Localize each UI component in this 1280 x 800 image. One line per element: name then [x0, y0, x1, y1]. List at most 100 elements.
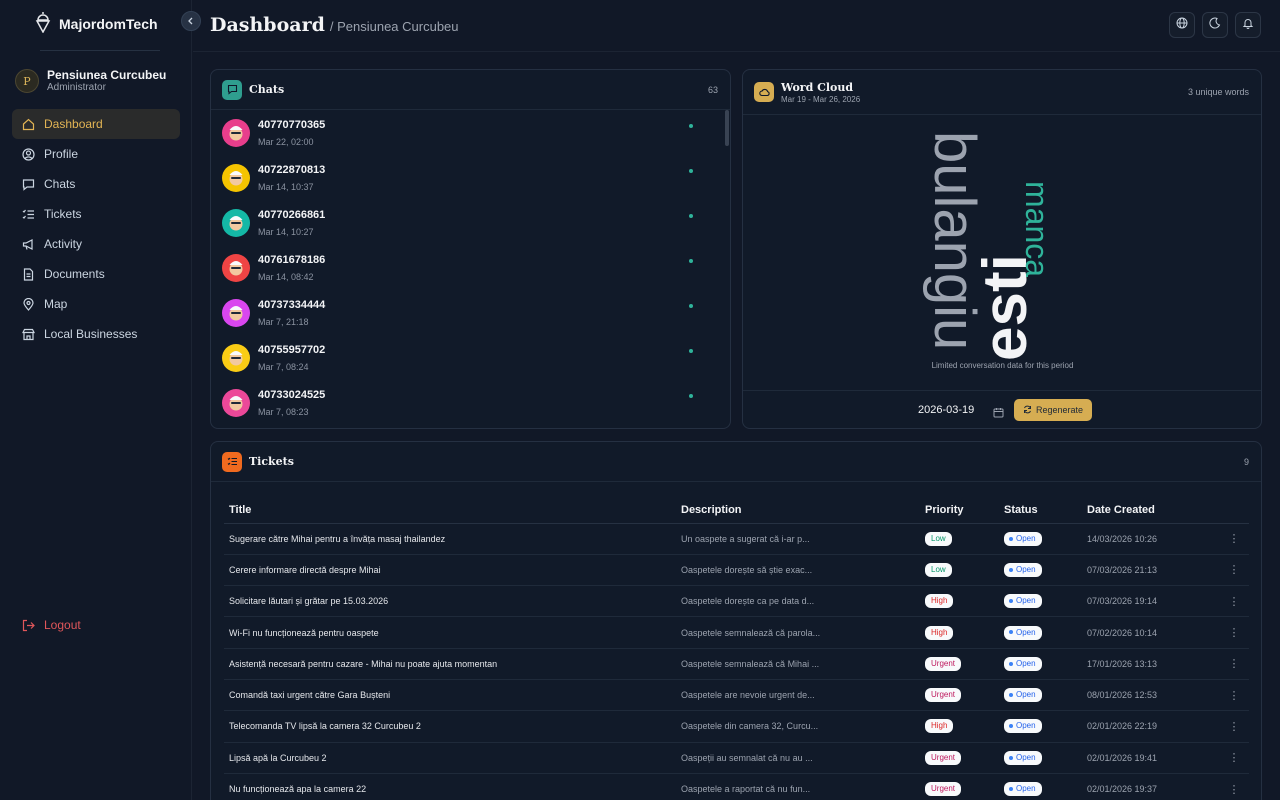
- chat-list-item[interactable]: 40737334444 Mar 7, 21:18: [211, 290, 730, 335]
- chat-bubble-icon: [222, 79, 242, 100]
- sidebar-item-local-businesses[interactable]: Local Businesses: [12, 319, 180, 349]
- avatar: [222, 298, 250, 327]
- chat-list-item[interactable]: 40761678186 Mar 14, 08:42: [211, 245, 730, 290]
- ticket-priority-cell: Urgent: [920, 679, 999, 712]
- ticket-date: 07/02/2026 10:14: [1082, 616, 1214, 649]
- cloud-icon: [754, 82, 774, 102]
- notifications-button[interactable]: [1235, 12, 1261, 38]
- avatar: [222, 208, 250, 237]
- sidebar-item-tickets[interactable]: Tickets: [12, 199, 180, 229]
- row-actions-button[interactable]: ⋮: [1214, 648, 1249, 680]
- ticket-priority-cell: Urgent: [920, 648, 999, 680]
- page-title-subtitle: / Pensiunea Curcubeu: [329, 19, 459, 34]
- priority-badge: High: [925, 625, 954, 640]
- sidebar-item-profile[interactable]: Profile: [12, 139, 180, 169]
- sidebar-item-label: Activity: [44, 237, 83, 251]
- brand[interactable]: MajordomTech: [35, 11, 158, 38]
- language-button[interactable]: [1169, 12, 1195, 38]
- chat-phone-number: 40733024525: [258, 388, 326, 401]
- ticket-description: Oaspeții au semnalat că nu au ...: [676, 742, 920, 774]
- online-status-dot: [689, 349, 693, 353]
- column-header-priority[interactable]: Priority: [920, 498, 999, 524]
- chat-list[interactable]: 40770770365 Mar 22, 02:00 40722870813 Mar 1…: [211, 110, 730, 428]
- logout-button[interactable]: Logout: [22, 618, 81, 632]
- chat-timestamp: Mar 14, 10:37: [258, 181, 314, 192]
- avatar: [222, 253, 250, 282]
- ticket-date: 07/03/2026 19:14: [1082, 585, 1214, 618]
- sidebar-item-documents[interactable]: Documents: [12, 259, 180, 289]
- theme-toggle-button[interactable]: [1202, 12, 1228, 38]
- topbar: Dashboard / Pensiunea Curcubeu: [193, 0, 1280, 52]
- avatar: [222, 118, 250, 147]
- column-header-description[interactable]: Description: [676, 498, 920, 524]
- avatar: [222, 388, 250, 417]
- chats-count: 63: [707, 84, 718, 95]
- sidebar-item-label: Local Businesses: [44, 327, 138, 341]
- ticket-title: Comandă taxi urgent către Gara Bușteni: [224, 679, 676, 712]
- table-row[interactable]: Sugerare către Mihai pentru a învăța mas…: [224, 523, 1249, 555]
- chat-list-item[interactable]: 40733024525 Mar 7, 08:23: [211, 380, 730, 425]
- chat-phone-number: 40770266861: [258, 208, 326, 221]
- majordom-logo-icon: [35, 11, 51, 38]
- ticket-status-cell: Open: [999, 742, 1082, 774]
- chat-phone-number: 40755957702: [258, 343, 326, 356]
- row-actions-button[interactable]: ⋮: [1214, 523, 1249, 555]
- priority-badge: Urgent: [925, 750, 962, 765]
- chat-list-item[interactable]: 40770266861 Mar 14, 10:27: [211, 200, 730, 245]
- priority-badge: Low: [925, 562, 952, 577]
- row-actions-button[interactable]: ⋮: [1214, 554, 1249, 587]
- ticket-priority-cell: High: [920, 585, 999, 618]
- column-header-status[interactable]: Status: [999, 498, 1082, 524]
- ticket-date: 02/01/2026 22:19: [1082, 710, 1214, 743]
- chat-timestamp: Mar 7, 08:23: [258, 406, 309, 417]
- chat-timestamp: Mar 14, 10:27: [258, 226, 314, 237]
- table-row[interactable]: Cerere informare directă despre Mihai Oas…: [224, 554, 1249, 587]
- ticket-date: 14/03/2026 10:26: [1082, 523, 1214, 555]
- user-circle-icon: [22, 147, 35, 161]
- word-cloud-word-manca: manca: [1019, 181, 1055, 278]
- ticket-date: 02/01/2026 19:37: [1082, 773, 1214, 800]
- row-actions-button[interactable]: ⋮: [1214, 585, 1249, 618]
- column-header-title[interactable]: Title: [224, 498, 676, 524]
- table-row[interactable]: Nu funcționează apa la camera 22 Oaspetel…: [224, 773, 1249, 800]
- ticket-description: Un oaspete a sugerat că i-ar p...: [676, 523, 920, 555]
- table-row[interactable]: Telecomanda TV lipsă la camera 32 Curcub…: [224, 710, 1249, 743]
- sidebar-item-label: Profile: [44, 147, 79, 161]
- more-vertical-icon: ⋮: [1228, 564, 1240, 577]
- tickets-count: 9: [1243, 456, 1249, 467]
- more-vertical-icon: ⋮: [1228, 595, 1240, 608]
- home-icon: [22, 118, 35, 131]
- table-row[interactable]: Wi-Fi nu funcționează pentru oaspete Oasp…: [224, 616, 1249, 649]
- priority-badge: Urgent: [925, 782, 962, 797]
- table-row[interactable]: Lipsă apă la Curcubeu 2 Oaspeții au semna…: [224, 742, 1249, 774]
- table-row[interactable]: Asistență necesară pentru cazare - Mihai…: [224, 648, 1249, 680]
- ticket-description: Oaspetele semnalează că Mihai ...: [676, 648, 920, 680]
- row-actions-button[interactable]: ⋮: [1214, 710, 1249, 743]
- chat-phone-number: 40722870813: [258, 163, 326, 176]
- row-actions-button[interactable]: ⋮: [1214, 679, 1249, 712]
- table-row[interactable]: Solicitare lăutari și grătar pe 15.03.20…: [224, 585, 1249, 618]
- regenerate-button[interactable]: Regenerate: [1014, 399, 1092, 421]
- ticket-status-cell: Open: [999, 585, 1082, 618]
- ticket-date: 08/01/2026 12:53: [1082, 679, 1214, 712]
- chat-list-item[interactable]: 40755957702 Mar 7, 08:24: [211, 335, 730, 380]
- chat-list-item[interactable]: 40770770365 Mar 22, 02:00: [211, 110, 730, 155]
- sidebar-item-dashboard[interactable]: Dashboard: [12, 109, 180, 139]
- user-profile[interactable]: P Pensiunea Curcubeu Administrator: [15, 68, 166, 94]
- table-row[interactable]: Comandă taxi urgent către Gara Bușteni Oa…: [224, 679, 1249, 712]
- sidebar-item-map[interactable]: Map: [12, 289, 180, 319]
- chat-list-item[interactable]: 40722870813 Mar 14, 10:37: [211, 155, 730, 200]
- row-actions-button[interactable]: ⋮: [1214, 773, 1249, 800]
- sidebar-item-chats[interactable]: Chats: [12, 169, 180, 199]
- row-actions-button[interactable]: ⋮: [1214, 616, 1249, 649]
- row-actions-button[interactable]: ⋮: [1214, 742, 1249, 774]
- collapse-sidebar-button[interactable]: [181, 11, 201, 31]
- page-title: Dashboard / Pensiunea Curcubeu: [210, 14, 459, 36]
- sidebar-item-activity[interactable]: Activity: [12, 229, 180, 259]
- column-header-date-created[interactable]: Date Created: [1082, 498, 1214, 524]
- calendar-icon[interactable]: [993, 405, 1004, 423]
- user-name: Pensiunea Curcubeu: [47, 68, 167, 82]
- tickets-table-header: Title Description Priority Status Date C…: [224, 498, 1249, 524]
- chats-card-header: Chats 63: [211, 70, 730, 110]
- unique-words-count: 3 unique words: [1187, 87, 1249, 97]
